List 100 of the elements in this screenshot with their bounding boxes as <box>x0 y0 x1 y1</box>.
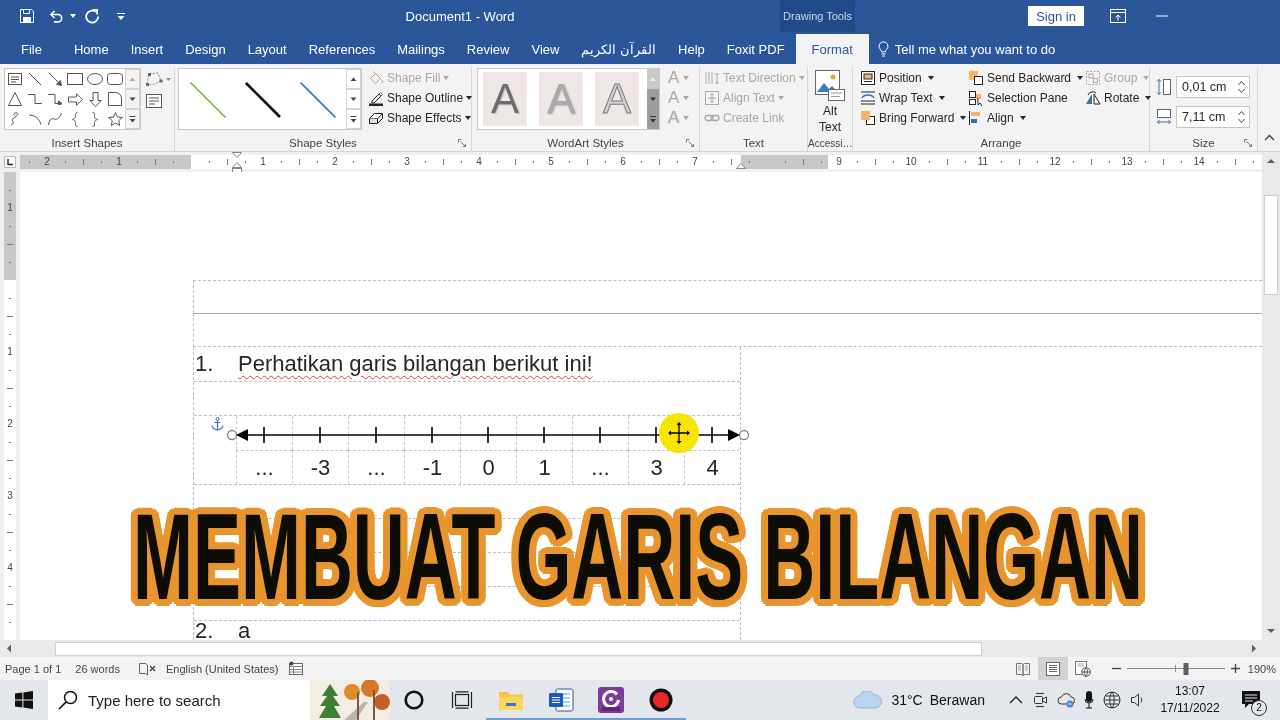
arc-icon[interactable] <box>28 113 42 125</box>
proofing-icon[interactable] <box>137 660 158 677</box>
scroll-down-icon[interactable] <box>346 89 361 109</box>
position-button[interactable]: Position <box>858 68 966 88</box>
dialog-launcher-icon[interactable] <box>686 139 694 147</box>
edit-shape-icon[interactable] <box>145 71 171 87</box>
ribbon-tab[interactable]: Review <box>455 34 521 64</box>
more-icon[interactable] <box>647 109 659 129</box>
zoom-level[interactable]: 190% <box>1247 662 1276 675</box>
ribbon-display-options-icon[interactable] <box>1110 9 1126 23</box>
right-indent-icon[interactable] <box>736 163 746 169</box>
dialog-launcher-icon[interactable] <box>1244 139 1252 147</box>
scroll-down-icon[interactable] <box>125 89 140 109</box>
selection-handle-icon[interactable] <box>226 429 238 441</box>
triangle-icon[interactable] <box>8 92 22 106</box>
wordart-style-button[interactable]: A <box>483 72 527 126</box>
macro-recording-icon[interactable] <box>288 661 305 676</box>
ribbon-tab[interactable]: Layout <box>236 34 298 64</box>
anchor-icon[interactable] <box>211 417 224 431</box>
scribble-icon[interactable] <box>9 112 21 126</box>
task-view-icon[interactable] <box>451 691 473 709</box>
rounded-rectangle-icon[interactable] <box>107 73 123 85</box>
ribbon-tab[interactable]: Insert <box>119 34 175 64</box>
alt-text-button[interactable]: Alt Text <box>815 68 845 135</box>
height-field[interactable]: 0,01 cm <box>1176 76 1250 98</box>
ribbon-tab[interactable]: Foxit PDF <box>715 34 796 64</box>
bring-forward-button[interactable]: Bring Forward <box>858 108 966 128</box>
camera-icon[interactable] <box>1032 692 1048 708</box>
line-style-icon[interactable] <box>245 82 281 118</box>
ribbon-tab[interactable]: Mailings <box>386 34 456 64</box>
customize-toolbar-icon[interactable] <box>117 12 125 20</box>
globe-icon[interactable] <box>1103 691 1121 709</box>
scrollbar-thumb[interactable] <box>1264 195 1278 295</box>
ribbon-tab[interactable]: View <box>520 34 571 64</box>
search-field[interactable]: Type here to search <box>88 691 310 709</box>
ribbon-tab[interactable]: القرآن الكريم <box>570 34 668 64</box>
collapse-ribbon-icon[interactable] <box>1263 134 1275 141</box>
circle-icon[interactable] <box>404 690 424 710</box>
clock-time[interactable]: 13:07 <box>1175 683 1205 700</box>
ribbon-tab[interactable]: Format <box>795 34 869 64</box>
ribbon-tab[interactable]: Design <box>174 34 237 64</box>
down-arrow-icon[interactable] <box>88 91 102 107</box>
line-icon[interactable] <box>28 72 42 86</box>
selection-pane-button[interactable]: Selection Pane <box>966 88 1083 108</box>
scroll-up-icon[interactable] <box>346 69 361 89</box>
start-icon[interactable] <box>15 691 33 709</box>
text-box-icon[interactable] <box>7 71 23 87</box>
clock-date[interactable]: 17/11/2022 <box>1160 700 1220 717</box>
rotate-button[interactable]: Rotate <box>1083 88 1147 108</box>
microphone-icon[interactable] <box>1084 691 1094 709</box>
undo-icon[interactable] <box>48 8 64 24</box>
taskbar-search-bar[interactable]: Type here to search <box>48 680 390 720</box>
shape-effects-button[interactable]: Shape Effects <box>366 108 475 128</box>
word-count[interactable]: 26 words <box>75 662 120 675</box>
right-brace-icon[interactable] <box>92 111 98 127</box>
zoom-slider-thumb[interactable] <box>1183 662 1189 675</box>
caret-icon[interactable] <box>70 14 76 18</box>
scrollbar-thumb[interactable] <box>55 641 982 656</box>
arrow-icon[interactable] <box>48 72 62 86</box>
language-status[interactable]: English (United States) <box>165 662 279 675</box>
ribbon-tab[interactable]: References <box>297 34 387 64</box>
spinner-icon[interactable] <box>1238 80 1245 94</box>
left-brace-icon[interactable] <box>72 111 78 127</box>
more-icon[interactable] <box>346 109 361 129</box>
send-backward-button[interactable]: Send Backward <box>966 68 1083 88</box>
scroll-down-icon[interactable] <box>647 89 659 109</box>
ruler-number: 7 <box>692 155 698 169</box>
width-field[interactable]: 7,11 cm <box>1176 106 1250 128</box>
weather-temperature[interactable]: 31°C <box>891 692 923 708</box>
shape-outline-button[interactable]: Shape Outline <box>366 88 475 108</box>
ribbon-tab[interactable]: Help <box>667 34 716 64</box>
redo-icon[interactable] <box>84 8 100 24</box>
page-count[interactable]: Page 1 of 1 <box>5 662 62 675</box>
tab-stop-icon[interactable] <box>4 156 16 168</box>
ribbon-tab[interactable]: Home <box>62 34 120 64</box>
curve-icon[interactable] <box>48 112 62 126</box>
sign-in-button[interactable]: Sign in <box>1028 6 1084 26</box>
chevron-up-icon[interactable] <box>1009 696 1023 704</box>
wrap-text-button[interactable]: Wrap Text <box>858 88 966 108</box>
curved-shape-icon[interactable] <box>108 92 122 106</box>
spinner-icon[interactable] <box>1238 110 1245 124</box>
hanging-indent-icon[interactable] <box>232 162 242 173</box>
print-layout-button[interactable] <box>1037 657 1068 680</box>
save-icon[interactable] <box>19 8 35 24</box>
star-icon[interactable] <box>107 111 123 127</box>
rectangle-icon[interactable] <box>67 73 83 85</box>
elbow-connector-icon[interactable] <box>28 93 42 105</box>
selection-handle-icon[interactable] <box>738 429 750 441</box>
weather-condition[interactable]: Berawan <box>929 692 985 708</box>
ribbon-tab[interactable]: File <box>10 34 63 64</box>
dialog-launcher-icon[interactable] <box>458 139 466 147</box>
more-icon[interactable] <box>125 109 140 129</box>
right-arrow-icon[interactable] <box>67 92 83 106</box>
tell-me-field[interactable]: Tell me what you want to do <box>894 41 1085 57</box>
text-box-icon[interactable] <box>145 93 163 109</box>
elbow-arrow-icon[interactable] <box>48 93 62 105</box>
zoom-in-icon[interactable] <box>1230 664 1240 673</box>
oval-icon[interactable] <box>87 73 103 85</box>
align-button[interactable]: Align <box>966 108 1083 128</box>
cloud-sync-icon[interactable] <box>1057 692 1075 708</box>
